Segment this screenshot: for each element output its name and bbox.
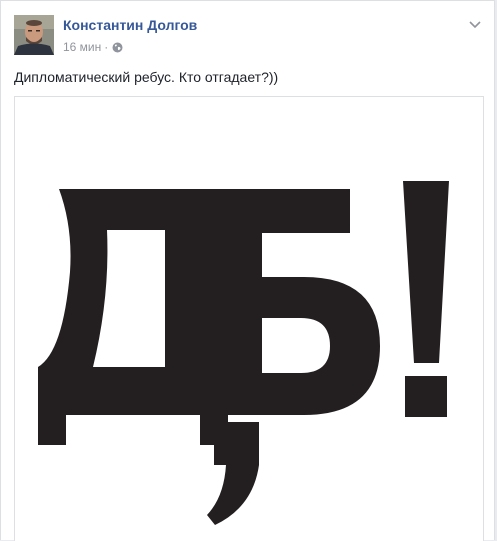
post-text: Дипломатический ребус. Кто отгадает?)): [14, 69, 279, 85]
globe-icon[interactable]: [112, 42, 123, 53]
exclamation-mark: [403, 181, 449, 417]
post-meta: 16 мин ·: [63, 40, 123, 54]
letter-de: [38, 189, 228, 445]
post-card: Константин Долгов 16 мин · Дипломатическ…: [0, 0, 495, 541]
post-header: Константин Долгов 16 мин ·: [14, 15, 482, 59]
author-name[interactable]: Константин Долгов: [63, 17, 197, 33]
rebus-image: [38, 181, 449, 525]
meta-separator: ·: [104, 40, 109, 54]
letter-hard-sign: [207, 189, 380, 415]
timestamp[interactable]: 16 мин: [63, 40, 101, 54]
post-image[interactable]: [14, 96, 484, 541]
avatar[interactable]: [14, 15, 54, 55]
comma-mark: [207, 422, 259, 525]
chevron-down-icon[interactable]: [468, 17, 482, 29]
